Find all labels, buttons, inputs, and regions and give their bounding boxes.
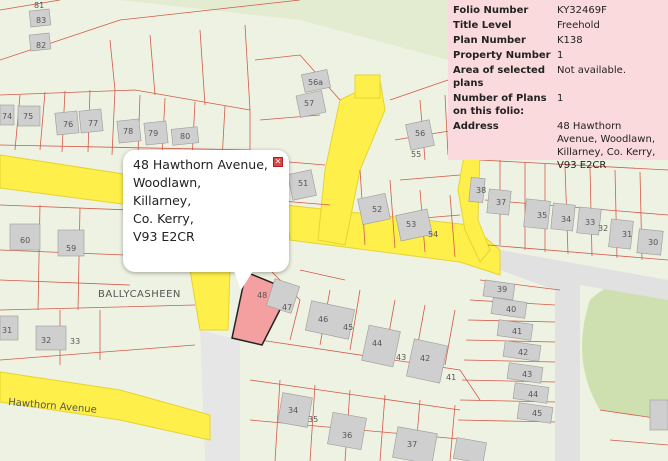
house-number: 42	[518, 348, 528, 357]
house-number: 45	[532, 409, 542, 418]
house-number: 31	[2, 326, 12, 335]
folio-info-panel: Folio Number KY32469F Title Level Freeho…	[448, 0, 668, 171]
house-number: 59	[66, 244, 76, 253]
info-row-folio-number: Folio Number KY32469F	[453, 4, 664, 17]
house-number: 57	[304, 99, 314, 108]
house-number: 44	[372, 339, 382, 348]
house-number: 33	[70, 337, 80, 346]
house-number: 80	[180, 132, 190, 141]
popup-address-line: V93 E2CR	[133, 229, 195, 244]
house-number: 32	[598, 224, 608, 233]
house-number: 83	[36, 16, 46, 25]
info-value: K138	[557, 35, 583, 46]
house-number: 78	[123, 127, 133, 136]
house-number: 43	[396, 353, 406, 362]
info-row-title-level: Title Level Freehold	[453, 19, 664, 32]
close-icon[interactable]: ✕	[273, 157, 283, 167]
info-row-plan-count: Number of Plans on this folio: 1	[453, 92, 664, 118]
green-area	[582, 282, 668, 420]
info-row-plan-number: Plan Number K138	[453, 34, 664, 47]
house-number: 34	[561, 215, 571, 224]
house-number: 32	[41, 336, 51, 345]
house-number: 75	[23, 112, 33, 121]
house-number: 55	[411, 150, 421, 159]
house-number: 37	[407, 440, 417, 449]
house-number: 46	[318, 315, 328, 324]
house-number: 77	[88, 119, 98, 128]
house-number: 35	[308, 415, 318, 424]
house-number: 53	[406, 220, 416, 229]
house-number: 33	[585, 218, 595, 227]
house-number: 41	[446, 373, 456, 382]
house-number: 60	[20, 236, 30, 245]
house-number: 47	[282, 303, 292, 312]
house-number: 35	[537, 211, 547, 220]
house-number: 56a	[308, 78, 323, 87]
house-number: 44	[528, 390, 538, 399]
info-row-area: Area of selected plans Not available.	[453, 64, 664, 90]
house-number: 30	[648, 238, 658, 247]
info-value: Freehold	[557, 20, 600, 31]
place-name: BALLYCASHEEN	[98, 289, 181, 300]
popup-pointer	[233, 268, 255, 290]
info-label: Address	[453, 121, 499, 132]
info-row-property-number: Property Number 1	[453, 49, 664, 62]
house-number: 37	[496, 198, 506, 207]
info-label: Number of Plans on this folio:	[453, 93, 547, 117]
address-popup: ✕ 48 Hawthorn Avenue, Woodlawn, Killarne…	[123, 150, 289, 272]
popup-address-line: Killarney,	[133, 193, 192, 208]
house-number: 34	[288, 406, 298, 415]
info-value: 48 Hawthorn Avenue, Woodlawn, Killarney,…	[557, 121, 656, 171]
popup-address-line: Co. Kerry,	[133, 211, 194, 226]
house-number: 79	[148, 129, 158, 138]
popup-address-line: Woodlawn,	[133, 175, 202, 190]
house-number: 51	[298, 179, 308, 188]
house-number: 81	[34, 1, 44, 10]
info-label: Property Number	[453, 50, 551, 61]
info-label: Title Level	[453, 20, 512, 31]
house-number: 54	[428, 230, 438, 239]
house-number: 52	[372, 205, 382, 214]
house-number: 82	[36, 41, 46, 50]
house-number: 74	[2, 112, 12, 121]
house-number: 38	[476, 186, 486, 195]
house-number: 39	[497, 285, 507, 294]
info-row-address: Address 48 Hawthorn Avenue, Woodlawn, Ki…	[453, 120, 664, 172]
house-number: 56	[415, 129, 425, 138]
info-label: Plan Number	[453, 35, 526, 46]
info-value: 1	[557, 50, 564, 61]
info-label: Folio Number	[453, 5, 529, 16]
house-number: 48	[257, 291, 267, 300]
house-number: 43	[522, 370, 532, 379]
house-number: 31	[622, 230, 632, 239]
info-value: KY32469F	[557, 5, 607, 16]
house-number: 76	[63, 120, 73, 129]
info-value: Not available.	[557, 65, 627, 76]
house-number: 42	[420, 354, 430, 363]
house-number: 41	[512, 327, 522, 336]
house-number: 45	[343, 323, 353, 332]
house-number: 40	[506, 305, 516, 314]
info-value: 1	[557, 93, 564, 104]
house-number: 36	[342, 431, 352, 440]
info-label: Area of selected plans	[453, 65, 545, 89]
popup-address-line: 48 Hawthorn Avenue,	[133, 157, 268, 172]
